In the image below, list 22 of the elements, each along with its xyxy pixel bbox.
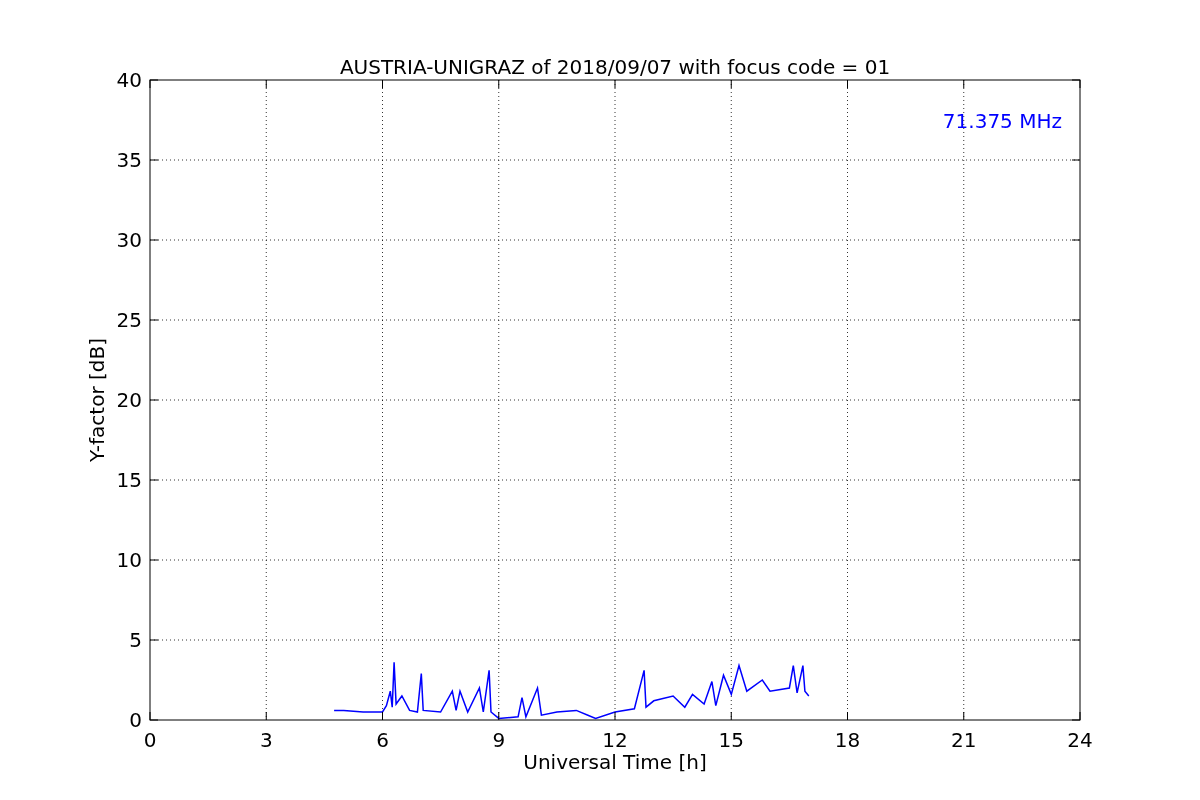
x-tick-label: 9 [492,728,506,752]
x-tick-label: 6 [376,728,389,752]
x-axis-label: Universal Time [h] [523,750,707,774]
x-tick-label: 0 [143,728,157,752]
y-tick-label: 30 [116,228,142,252]
x-tick-label: 24 [1067,728,1093,752]
y-tick-label: 10 [116,548,142,572]
y-tick-label: 5 [129,628,142,652]
y-tick-label: 0 [129,708,142,732]
y-tick-label: 20 [116,388,142,412]
frequency-annotation: 71.375 MHz [942,109,1062,133]
y-axis-label: Y-factor [dB] [85,338,109,462]
y-tick-label: 40 [116,68,142,92]
x-tick-label: 3 [259,728,273,752]
x-tick-label: 12 [602,728,628,752]
y-tick-label: 35 [116,148,142,172]
chart-title: AUSTRIA-UNIGRAZ of 2018/09/07 with focus code = 01 [339,55,891,79]
y-tick-label: 25 [116,308,142,332]
y-tick-label: 15 [116,468,142,492]
x-tick-label: 21 [951,728,977,752]
x-tick-label: 18 [834,728,861,752]
x-tick-label: 15 [718,728,744,752]
